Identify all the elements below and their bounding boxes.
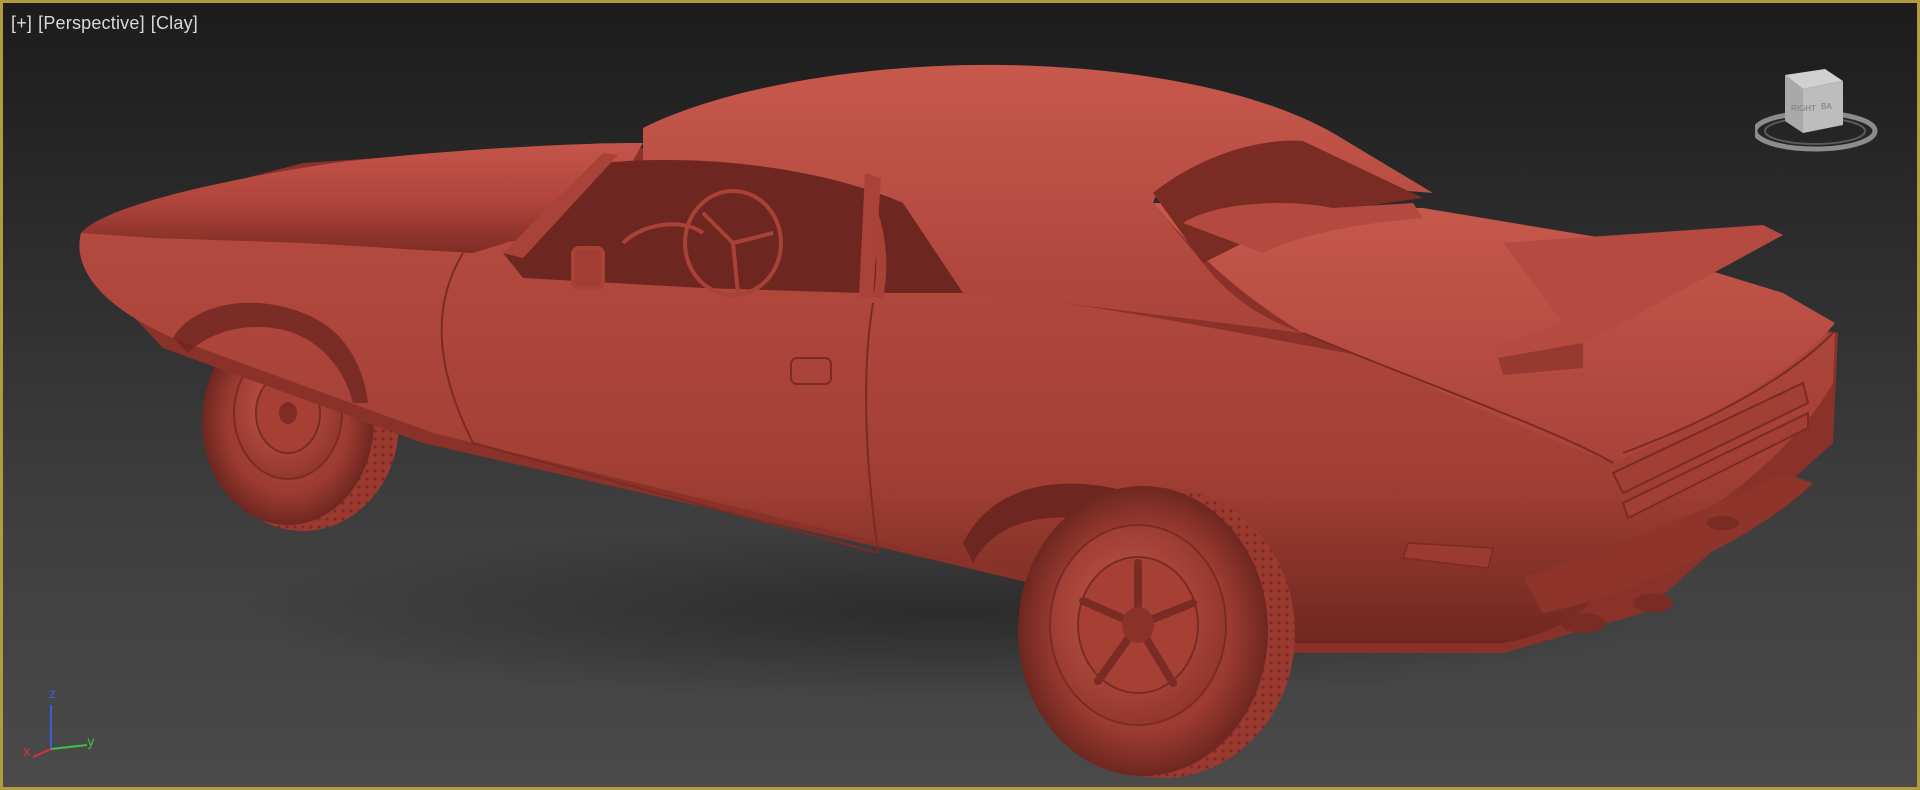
y-axis-label: y <box>87 735 95 750</box>
viewport-general-menu[interactable]: + <box>11 13 32 34</box>
axis-tripod: z y x <box>21 683 101 763</box>
viewcube-face-back: BA <box>1821 102 1832 111</box>
viewcube-navigator[interactable]: RIGHT BA <box>1755 63 1885 163</box>
viewport-label-bar: + Perspective Clay <box>11 13 198 34</box>
viewport-view-menu[interactable]: Perspective <box>38 13 145 34</box>
viewcube-face-right: RIGHT <box>1791 104 1816 113</box>
rear-right-wheel <box>1018 486 1295 778</box>
x-axis-label: x <box>23 745 31 760</box>
y-axis-line <box>50 744 88 750</box>
viewcube-box <box>1785 69 1843 133</box>
car-door-handle <box>790 357 832 385</box>
viewport-shading-menu[interactable]: Clay <box>151 13 198 34</box>
x-axis-line <box>32 748 52 758</box>
perspective-viewport[interactable]: + Perspective Clay <box>0 0 1920 790</box>
car-model-render[interactable] <box>3 3 1917 787</box>
z-axis-label: z <box>49 687 56 702</box>
